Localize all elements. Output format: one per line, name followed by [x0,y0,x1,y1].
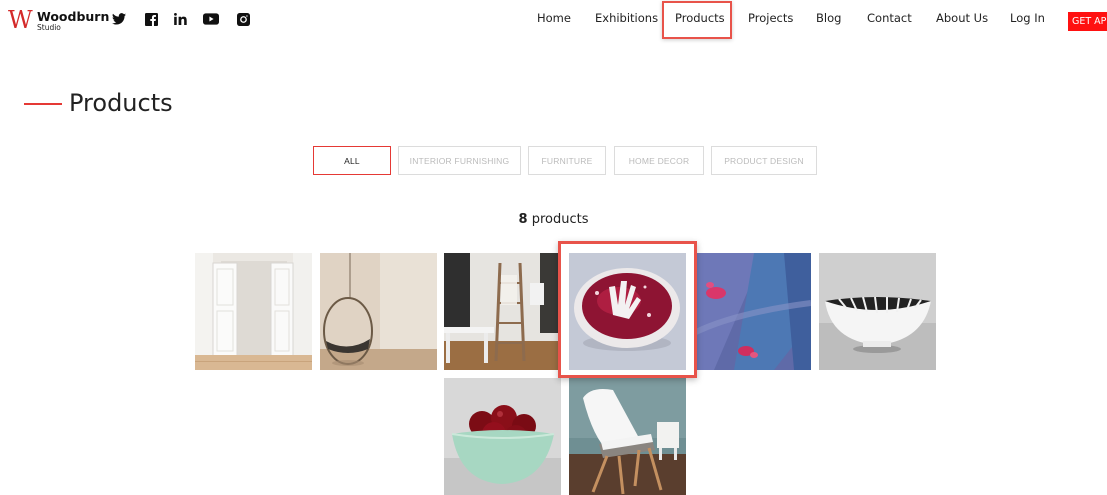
product-tile-ladder-shelf[interactable] [444,253,561,370]
nav-active-highlight [662,1,732,39]
product-image [195,253,312,370]
site-header: W Woodburn Studio Home Exhibitions Produ… [0,0,1107,40]
product-count: 8 products [0,212,1107,227]
logo-icon[interactable]: W [8,8,33,32]
nav-about-us[interactable]: About Us [936,11,988,25]
filter-all[interactable]: ALL [313,146,391,175]
product-image [819,253,936,370]
product-tile-abstract-painting[interactable] [694,253,811,370]
product-image [569,378,686,495]
page-title: Products [69,89,173,117]
product-tile-white-chair[interactable] [569,378,686,495]
selected-product-highlight [558,241,697,378]
nav-contact[interactable]: Contact [867,11,912,25]
get-api-button[interactable]: GET API [1068,12,1107,31]
product-count-label: products [531,212,589,227]
product-tile-striped-bowl[interactable] [819,253,936,370]
filter-home-decor[interactable]: HOME DECOR [614,146,704,175]
product-count-number: 8 [518,212,528,227]
youtube-icon[interactable] [202,10,220,28]
product-tile-hanging-chair[interactable] [320,253,437,370]
product-tile-doors[interactable] [195,253,312,370]
product-tile-green-bowl[interactable] [444,378,561,495]
product-image [444,378,561,495]
nav-log-in[interactable]: Log In [1010,11,1045,25]
product-image [694,253,811,370]
twitter-icon[interactable] [110,10,128,28]
product-image [320,253,437,370]
nav-home[interactable]: Home [537,11,571,25]
nav-projects[interactable]: Projects [748,11,793,25]
brand-subtitle: Studio [37,23,61,32]
nav-blog[interactable]: Blog [816,11,841,25]
filter-product-design[interactable]: PRODUCT DESIGN [711,146,817,175]
product-image [444,253,561,370]
filter-interior-furnishing[interactable]: INTERIOR FURNISHING [398,146,521,175]
linkedin-icon[interactable] [172,10,188,28]
nav-exhibitions[interactable]: Exhibitions [595,11,658,25]
instagram-icon[interactable] [235,10,251,28]
brand-name[interactable]: Woodburn [37,10,109,24]
facebook-icon[interactable] [143,10,159,28]
filter-furniture[interactable]: FURNITURE [528,146,606,175]
title-accent-line [24,103,62,105]
